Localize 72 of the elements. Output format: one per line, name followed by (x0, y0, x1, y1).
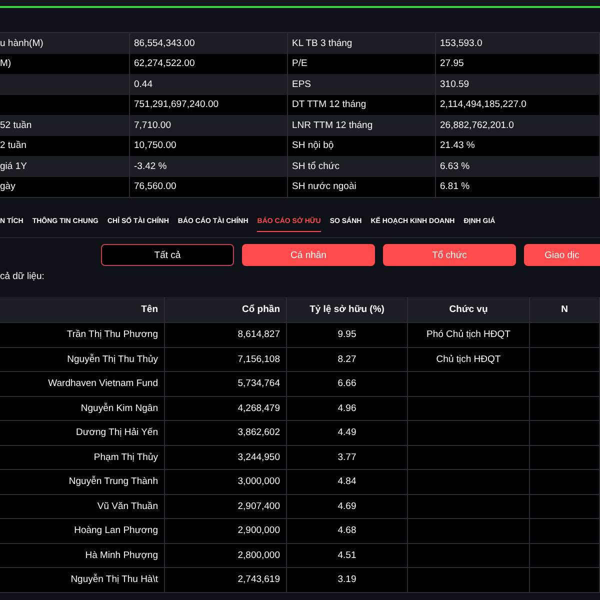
table-cell: 4.49 (287, 421, 408, 444)
stat-label: 52 tuần (0, 120, 32, 131)
table-cell: Hoàng Lan Phương (0, 519, 165, 542)
table-cell: Phạm Thị Thủy (0, 446, 165, 469)
table-cell: 2,907,400 (165, 494, 287, 518)
table-cell: 4.84 (287, 470, 408, 494)
table-cell: Nguyễn Thị Thu Thủy (0, 348, 165, 371)
table-cell: 3.77 (287, 446, 408, 469)
table-cell: 9.95 (287, 323, 408, 346)
table-cell: 7,156,108 (165, 348, 287, 371)
stat-label: u hành(M) (0, 38, 44, 49)
stat-value: 86,554,343.00 (134, 38, 195, 49)
table-cell: 4,268,479 (165, 396, 287, 420)
stat-label: SH tổ chức (292, 160, 340, 172)
stat-label: KL TB 3 tháng (292, 38, 352, 49)
column-header: Cổ phần (165, 297, 287, 322)
column-header: Tên (0, 297, 165, 322)
stat-label: P/E (292, 58, 308, 70)
table-cell: 8.27 (287, 348, 408, 371)
table-cell: 6.66 (287, 372, 408, 396)
stat-value: -3.42 % (134, 160, 167, 172)
stat-label: 2 tuần (0, 140, 26, 152)
filter-button[interactable]: Tất cả (101, 244, 234, 266)
table-cell: Nguyễn Trung Thành (0, 470, 165, 494)
table-cell: 3,244,950 (165, 446, 287, 469)
table-cell: Nguyễn Thị Thu Hà\t (0, 568, 165, 592)
stat-value: 153,593.0 (440, 38, 482, 49)
data-label: cả dữ liệu: (0, 271, 44, 282)
table-cell: 3,000,000 (165, 470, 287, 494)
table-cell: Vũ Văn Thuần (0, 494, 165, 518)
table-cell: Phó Chủ tịch HĐQT (408, 323, 530, 346)
stat-value: 6.63 % (440, 160, 470, 172)
table-cell: Trần Thị Thu Phương (0, 323, 165, 346)
stat-label: SH nước ngoài (292, 181, 356, 192)
table-cell: 4.68 (287, 519, 408, 542)
table-cell: Nguyễn Kim Ngân (0, 396, 165, 420)
column-header: Tỷ lệ sở hữu (%) (287, 297, 408, 322)
stat-label: gày (0, 181, 16, 192)
stat-label: giá 1Y (0, 160, 27, 172)
column-header: Chức vụ (408, 297, 530, 322)
stat-value: 10,750.00 (134, 140, 176, 152)
column-header: N (530, 297, 600, 322)
table-cell: Wardhaven Vietnam Fund (0, 372, 165, 396)
stat-value: 76,560.00 (134, 181, 176, 192)
stat-label: M) (0, 58, 12, 70)
stat-value: 751,291,697,240.00 (134, 99, 219, 110)
table-cell: 3.19 (287, 568, 408, 592)
stat-label: EPS (292, 78, 312, 90)
table-cell: Dương Thị Hải Yến (0, 421, 165, 444)
table-cell: 5,734,764 (165, 372, 287, 396)
table-cell: Chủ tịch HĐQT (408, 348, 530, 371)
stat-label: DT TTM 12 tháng (292, 99, 366, 110)
table-cell: 4.51 (287, 544, 408, 567)
table-cell: 2,743,619 (165, 568, 287, 592)
table-cell: 4.69 (287, 494, 408, 518)
table-cell: 2,900,000 (165, 519, 287, 542)
stat-value: 21.43 % (440, 140, 475, 152)
stat-value: 310.59 (440, 78, 470, 90)
table-cell: 3,862,602 (165, 421, 287, 444)
stat-value: 6.81 % (440, 181, 470, 192)
stat-label: LNR TTM 12 tháng (292, 120, 373, 131)
stat-value: 26,882,762,201.0 (440, 120, 514, 131)
stat-label: SH nội bộ (292, 140, 334, 152)
table-cell: 2,800,000 (165, 544, 287, 567)
stat-value: 27.95 (440, 58, 464, 70)
stat-value: 62,274,522.00 (134, 58, 195, 70)
table-cell: Hà Minh Phượng (0, 544, 165, 567)
stat-value: 2,114,494,185,227.0 (440, 99, 526, 110)
table-cell: 4.96 (287, 396, 408, 420)
table-cell: 8,614,827 (165, 323, 287, 346)
stat-value: 0.44 (134, 78, 152, 90)
stat-value: 7,710.00 (134, 120, 171, 131)
